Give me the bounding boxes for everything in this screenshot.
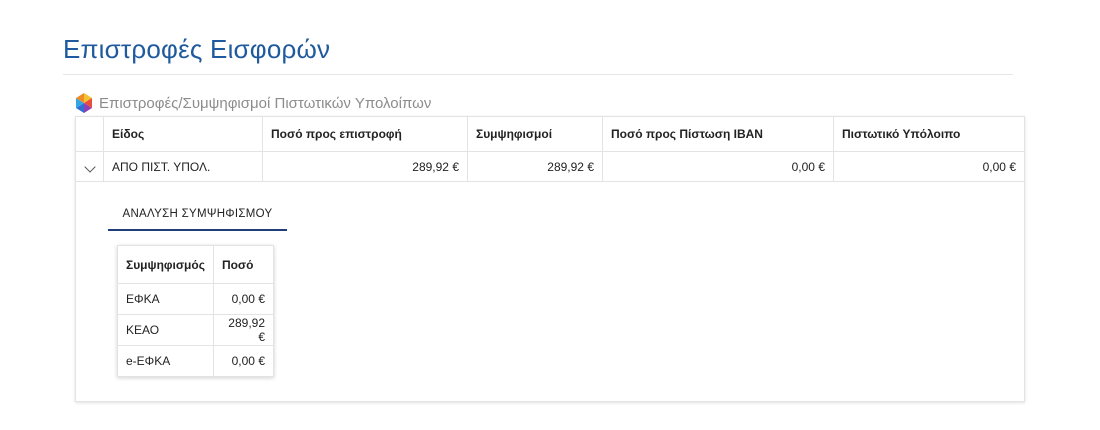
table-row[interactable]: ΑΠΟ ΠΙΣΤ. ΥΠΟΛ. 289,92 € 289,92 € 0,00 €… bbox=[75, 151, 1025, 182]
table-header-row: Είδος Ποσό προς επιστροφή Συμψηφισμοί Πο… bbox=[75, 116, 1025, 152]
table-row: e-ΕΦΚΑ 0,00 € bbox=[117, 345, 275, 377]
column-header[interactable]: Ποσό bbox=[212, 245, 275, 284]
column-header[interactable]: Πιστωτικό Υπόλοιπο bbox=[833, 116, 1025, 152]
multicolor-hexagon-icon bbox=[76, 93, 92, 113]
column-header[interactable]: Ποσό προς Πίστωση IBAN bbox=[602, 116, 834, 152]
chevron-down-icon[interactable] bbox=[83, 160, 96, 173]
table-cell: e-ΕΦΚΑ bbox=[117, 345, 214, 377]
expand-toggle[interactable] bbox=[75, 151, 104, 182]
table-cell: ΑΠΟ ΠΙΣΤ. ΥΠΟΛ. bbox=[103, 151, 263, 182]
section-title: Επιστροφές/Συμψηφισμοί Πιστωτικών Υπολοί… bbox=[99, 94, 432, 112]
section-header: Επιστροφές/Συμψηφισμοί Πιστωτικών Υπολοί… bbox=[75, 92, 431, 114]
table-cell: 289,92 € bbox=[467, 151, 603, 182]
offset-table: Συμψηφισμός Ποσό ΕΦΚΑ 0,00 € ΚΕΑΟ 289,92… bbox=[117, 245, 275, 377]
table-cell: 0,00 € bbox=[212, 345, 275, 377]
table-header-row: Συμψηφισμός Ποσό bbox=[117, 245, 275, 284]
page-title: Επιστροφές Εισφορών bbox=[63, 34, 331, 64]
table-cell: ΕΦΚΑ bbox=[117, 283, 214, 315]
table-cell: 0,00 € bbox=[212, 283, 275, 315]
tab-offset-analysis[interactable]: ΑΝΑΛΥΣΗ ΣΥΜΨΗΦΙΣΜΟΥ bbox=[108, 199, 287, 231]
table-cell: 289,92 € bbox=[212, 314, 275, 346]
column-header[interactable]: Συμψηφισμός bbox=[117, 245, 214, 284]
expand-column-header bbox=[75, 116, 104, 152]
column-header[interactable]: Ποσό προς επιστροφή bbox=[262, 116, 468, 152]
title-divider bbox=[63, 74, 1013, 75]
column-header[interactable]: Συμψηφισμοί bbox=[467, 116, 603, 152]
table-cell: 289,92 € bbox=[262, 151, 468, 182]
returns-panel: Είδος Ποσό προς επιστροφή Συμψηφισμοί Πο… bbox=[75, 116, 1025, 402]
table-row: ΕΦΚΑ 0,00 € bbox=[117, 283, 275, 315]
table-cell: 0,00 € bbox=[602, 151, 834, 182]
table-cell: ΚΕΑΟ bbox=[117, 314, 214, 346]
column-header[interactable]: Είδος bbox=[103, 116, 263, 152]
returns-table: Είδος Ποσό προς επιστροφή Συμψηφισμοί Πο… bbox=[75, 116, 1025, 182]
table-row: ΚΕΑΟ 289,92 € bbox=[117, 314, 275, 346]
table-cell: 0,00 € bbox=[833, 151, 1025, 182]
offset-detail-card: Συμψηφισμός Ποσό ΕΦΚΑ 0,00 € ΚΕΑΟ 289,92… bbox=[117, 245, 275, 377]
